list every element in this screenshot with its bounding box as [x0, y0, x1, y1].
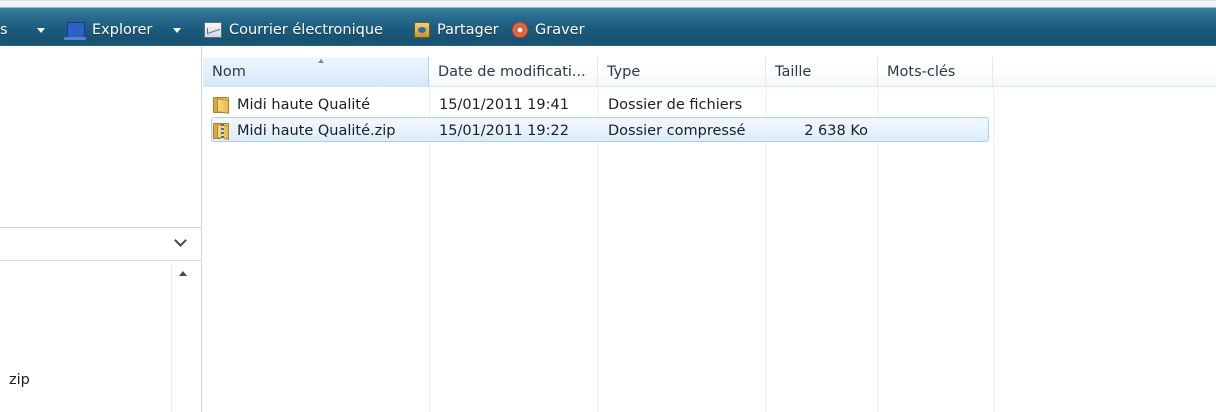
- share-icon: [414, 22, 430, 38]
- column-header-label: Nom: [212, 64, 246, 80]
- email-button[interactable]: Courrier électronique: [204, 19, 383, 41]
- column-header-label: Type: [607, 64, 641, 80]
- burn-disc-icon: [512, 22, 528, 38]
- command-bar: s Explorer Courrier électronique Partage…: [0, 0, 1216, 46]
- file-size: 2 638 Ko: [804, 122, 868, 139]
- column-header-label: Date de modificati...: [438, 64, 586, 80]
- column-header-date[interactable]: Date de modificati...: [429, 57, 598, 87]
- burn-label: Graver: [535, 22, 585, 38]
- share-label: Partager: [437, 22, 499, 38]
- folders-scrollbar[interactable]: [171, 261, 172, 412]
- file-date: 15/01/2011 19:41: [439, 96, 569, 113]
- file-list: Nom Date de modificati... Type Taille Mo…: [203, 46, 1216, 412]
- column-separator: [993, 87, 994, 412]
- column-header-type[interactable]: Type: [598, 57, 766, 87]
- sort-ascending-icon: [318, 59, 324, 63]
- file-name-cell: Midi haute Qualité.zip: [213, 118, 427, 143]
- file-row-selected[interactable]: Midi haute Qualité.zip 15/01/2011 19:22 …: [211, 117, 989, 142]
- folder-tree-item-label: zip: [9, 372, 30, 388]
- navigation-pane: zip: [0, 46, 202, 412]
- share-button[interactable]: Partager: [414, 19, 499, 41]
- explorer-button[interactable]: Explorer: [64, 19, 153, 41]
- file-row[interactable]: Midi haute Qualité 15/01/2011 19:41 Doss…: [211, 92, 989, 117]
- column-header-keywords[interactable]: Mots-clés: [878, 57, 993, 87]
- truncated-toolbar-item[interactable]: s: [0, 19, 8, 41]
- email-label: Courrier électronique: [229, 22, 383, 38]
- file-name-cell: Midi haute Qualité: [213, 92, 427, 117]
- file-type: Dossier de fichiers: [608, 96, 743, 113]
- file-type: Dossier compressé: [608, 122, 746, 139]
- zip-folder-icon: [213, 122, 231, 140]
- column-header-name[interactable]: Nom: [203, 57, 429, 87]
- column-header-size[interactable]: Taille: [766, 57, 878, 87]
- chevron-down-icon[interactable]: [37, 28, 45, 33]
- column-header-label: Mots-clés: [887, 64, 956, 80]
- pane-divider: [0, 227, 202, 228]
- file-name: Midi haute Qualité: [237, 96, 371, 113]
- explorer-label: Explorer: [92, 22, 153, 38]
- folder-tree-item[interactable]: zip: [9, 372, 30, 388]
- envelope-icon: [204, 22, 222, 38]
- file-date: 15/01/2011 19:22: [439, 122, 569, 139]
- truncated-toolbar-label: s: [0, 22, 8, 38]
- chevron-down-icon[interactable]: [174, 234, 187, 247]
- explorer-dropdown-icon[interactable]: [173, 28, 181, 33]
- explorer-window: s Explorer Courrier électronique Partage…: [0, 0, 1216, 412]
- folder-icon: [213, 96, 231, 114]
- scroll-up-arrow-icon[interactable]: [179, 271, 187, 276]
- file-name: Midi haute Qualité.zip: [237, 122, 396, 139]
- burn-button[interactable]: Graver: [512, 19, 585, 41]
- column-header-row: Nom Date de modificati... Type Taille Mo…: [203, 57, 1216, 87]
- column-header-label: Taille: [775, 64, 812, 80]
- file-size: [776, 92, 868, 117]
- explorer-icon: [64, 22, 86, 40]
